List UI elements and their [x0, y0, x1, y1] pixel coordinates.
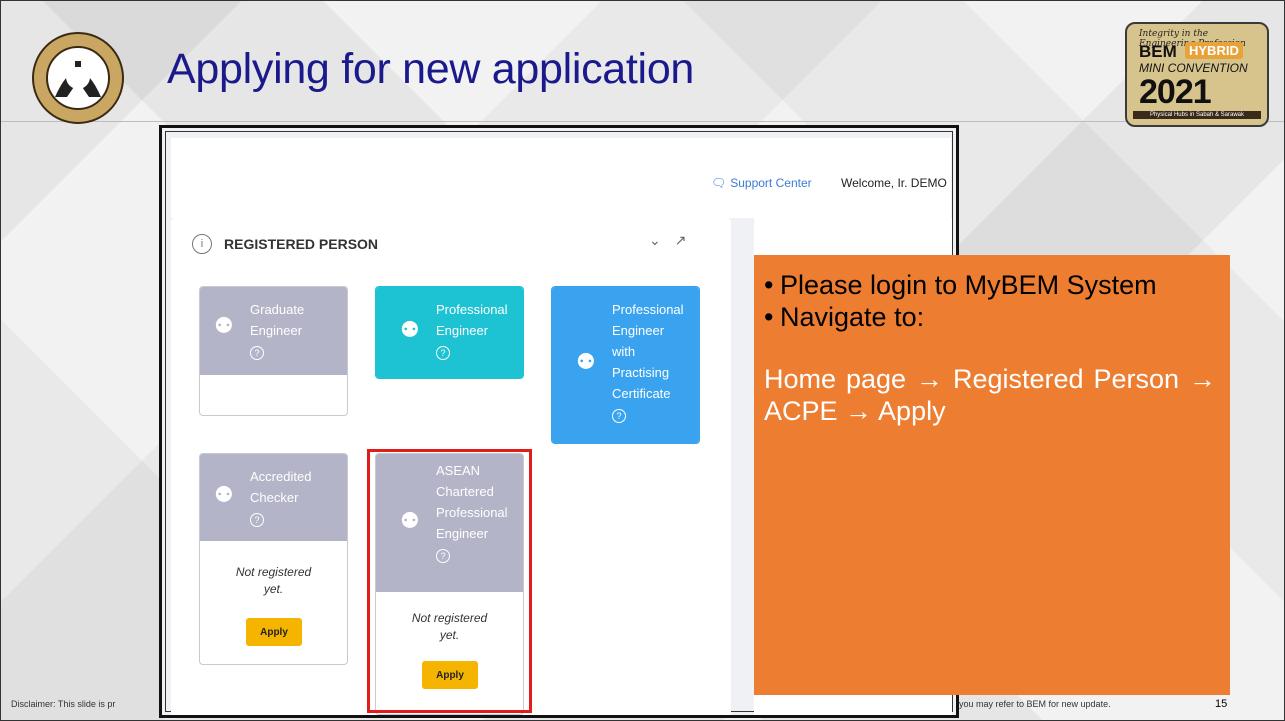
mybem-topbar: 🗨 Support Center Welcome, Ir. DEMO — [171, 138, 951, 218]
card-label-line: Accredited — [250, 469, 312, 484]
bem-logo-word: BEM — [1139, 42, 1177, 61]
chat-icon: 🗨 — [711, 176, 727, 190]
bem-logo-hybrid: HYBRID — [1185, 42, 1243, 59]
card-graduate-engineer[interactable]: ⚉ Graduate Engineer ? — [199, 286, 348, 416]
card-label-line: Checker — [250, 490, 299, 505]
card-status: Not registered yet. — [200, 564, 347, 598]
card-pe-practising-certificate[interactable]: ⚉ Professional Engineer with Practising … — [551, 286, 700, 444]
card-accredited-checker[interactable]: ⚉ Accredited Checker ? Not registered ye… — [199, 453, 348, 665]
card-label-line: Professional — [436, 302, 508, 317]
card-label: Graduate Engineer ? — [250, 299, 304, 362]
welcome-text: Welcome, Ir. DEMO — [841, 176, 947, 190]
expand-icon[interactable]: ↗ — [675, 232, 687, 249]
card-header: ⚉ Professional Engineer with Practising … — [552, 287, 699, 443]
card-label: Accredited Checker ? — [250, 466, 311, 529]
support-center-link[interactable]: 🗨 Support Center — [711, 176, 812, 190]
info-icon: i — [192, 234, 212, 254]
instructions-box: Please login to MyBEM System Navigate to… — [754, 255, 1230, 695]
person-icon: ⚉ — [400, 317, 420, 342]
slide-title: Applying for new application — [167, 45, 695, 93]
slide: Applying for new application Integrity i… — [0, 0, 1285, 721]
help-icon[interactable]: ? — [250, 513, 264, 527]
panel-tools: ⌄ ↗ — [649, 232, 686, 249]
card-header: ⚉ Professional Engineer ? — [376, 287, 523, 378]
card-label: Professional Engineer ? — [436, 299, 508, 362]
help-icon[interactable]: ? — [612, 409, 626, 423]
support-center-label: Support Center — [730, 176, 812, 190]
bem-logo-year: 2021 — [1139, 73, 1212, 111]
chevron-down-icon[interactable]: ⌄ — [649, 232, 661, 249]
card-label-line: Engineer — [436, 323, 489, 338]
status-line: yet. — [263, 582, 284, 596]
person-icon: ⚉ — [214, 313, 234, 338]
bem-seal-logo — [32, 32, 124, 124]
card-label-line: Graduate — [250, 302, 305, 317]
card-label-line: Certificate — [612, 386, 671, 401]
title-divider — [1, 121, 1284, 122]
card-header: ⚉ Graduate Engineer ? — [200, 287, 347, 375]
navigation-path: Home page → Registered Person → ACPE → A… — [764, 364, 1216, 426]
apply-button[interactable]: Apply — [246, 618, 302, 646]
instruction-list: Please login to MyBEM System Navigate to… — [764, 269, 1216, 333]
acpe-highlight-box — [367, 449, 532, 713]
person-icon: ⚉ — [576, 349, 596, 374]
instruction-login: Please login to MyBEM System — [764, 269, 1216, 301]
disclaimer-right: you may refer to BEM for new update. — [959, 699, 1111, 709]
instruction-navigate: Navigate to: — [764, 301, 1216, 333]
help-icon[interactable]: ? — [250, 346, 264, 360]
help-icon[interactable]: ? — [436, 346, 450, 360]
page-number: 15 — [1215, 698, 1228, 710]
card-label-line: Engineer — [250, 323, 303, 338]
card-label-line: Professional — [612, 302, 684, 317]
disclaimer-left: Disclaimer: This slide is pr — [11, 699, 116, 709]
card-label-line: with — [612, 344, 636, 359]
status-line: Not registered — [235, 565, 312, 579]
card-header: ⚉ Accredited Checker ? — [200, 454, 347, 541]
bem-hybrid-convention-logo: Integrity in the Engineering Profession … — [1125, 22, 1269, 127]
bem-logo-hubs: Physical Hubs in Sabah & Sarawak — [1133, 111, 1261, 119]
person-icon: ⚉ — [214, 482, 234, 507]
card-label-line: Practising — [612, 365, 670, 380]
card-label-line: Engineer — [612, 323, 665, 338]
panel-header: i REGISTERED PERSON — [192, 234, 378, 254]
panel-title: REGISTERED PERSON — [224, 236, 379, 252]
card-professional-engineer[interactable]: ⚉ Professional Engineer ? — [375, 286, 524, 379]
card-label: Professional Engineer with Practising Ce… — [612, 299, 684, 425]
